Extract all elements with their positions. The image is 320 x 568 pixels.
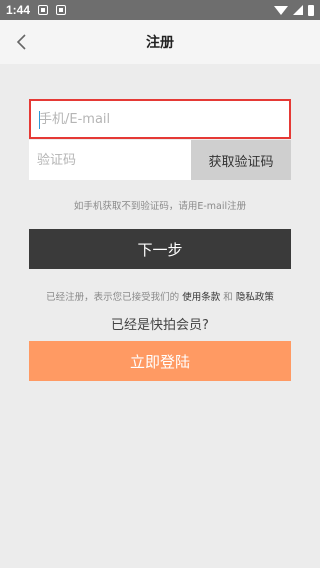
terms-link[interactable]: 使用条款 — [182, 292, 220, 303]
get-code-button[interactable]: 获取验证码 — [191, 140, 291, 180]
verification-code-field[interactable] — [29, 140, 191, 180]
login-now-button[interactable]: 立即登陆 — [29, 341, 291, 381]
next-step-button[interactable]: 下一步 — [29, 229, 291, 269]
app-header: 注册 — [0, 20, 320, 64]
phone-email-field[interactable] — [29, 99, 291, 139]
back-icon[interactable] — [12, 32, 32, 52]
agreement-text: 已经注册，表示您已接受我们的 使用条款 和 隐私政策 — [0, 289, 320, 303]
status-bar: 1:44 — [0, 0, 320, 20]
signal-icon — [293, 5, 303, 15]
verification-code-input[interactable] — [29, 140, 191, 180]
agreement-and: 和 — [223, 292, 233, 303]
agreement-prefix: 已经注册，表示您已接受我们的 — [46, 292, 180, 303]
text-caret — [39, 111, 40, 129]
notification-a-icon — [56, 5, 67, 15]
notification-icon — [38, 5, 49, 15]
battery-icon — [308, 4, 314, 16]
phone-email-input[interactable] — [31, 101, 289, 137]
status-icons — [274, 4, 314, 16]
status-time: 1:44 — [6, 3, 31, 17]
wifi-icon — [274, 5, 288, 15]
page-title: 注册 — [146, 35, 174, 51]
privacy-link[interactable]: 隐私政策 — [236, 292, 274, 303]
member-question: 已经是快拍会员? — [111, 318, 209, 333]
email-hint-text: 如手机获取不到验证码，请用E-mail注册 — [73, 201, 247, 212]
